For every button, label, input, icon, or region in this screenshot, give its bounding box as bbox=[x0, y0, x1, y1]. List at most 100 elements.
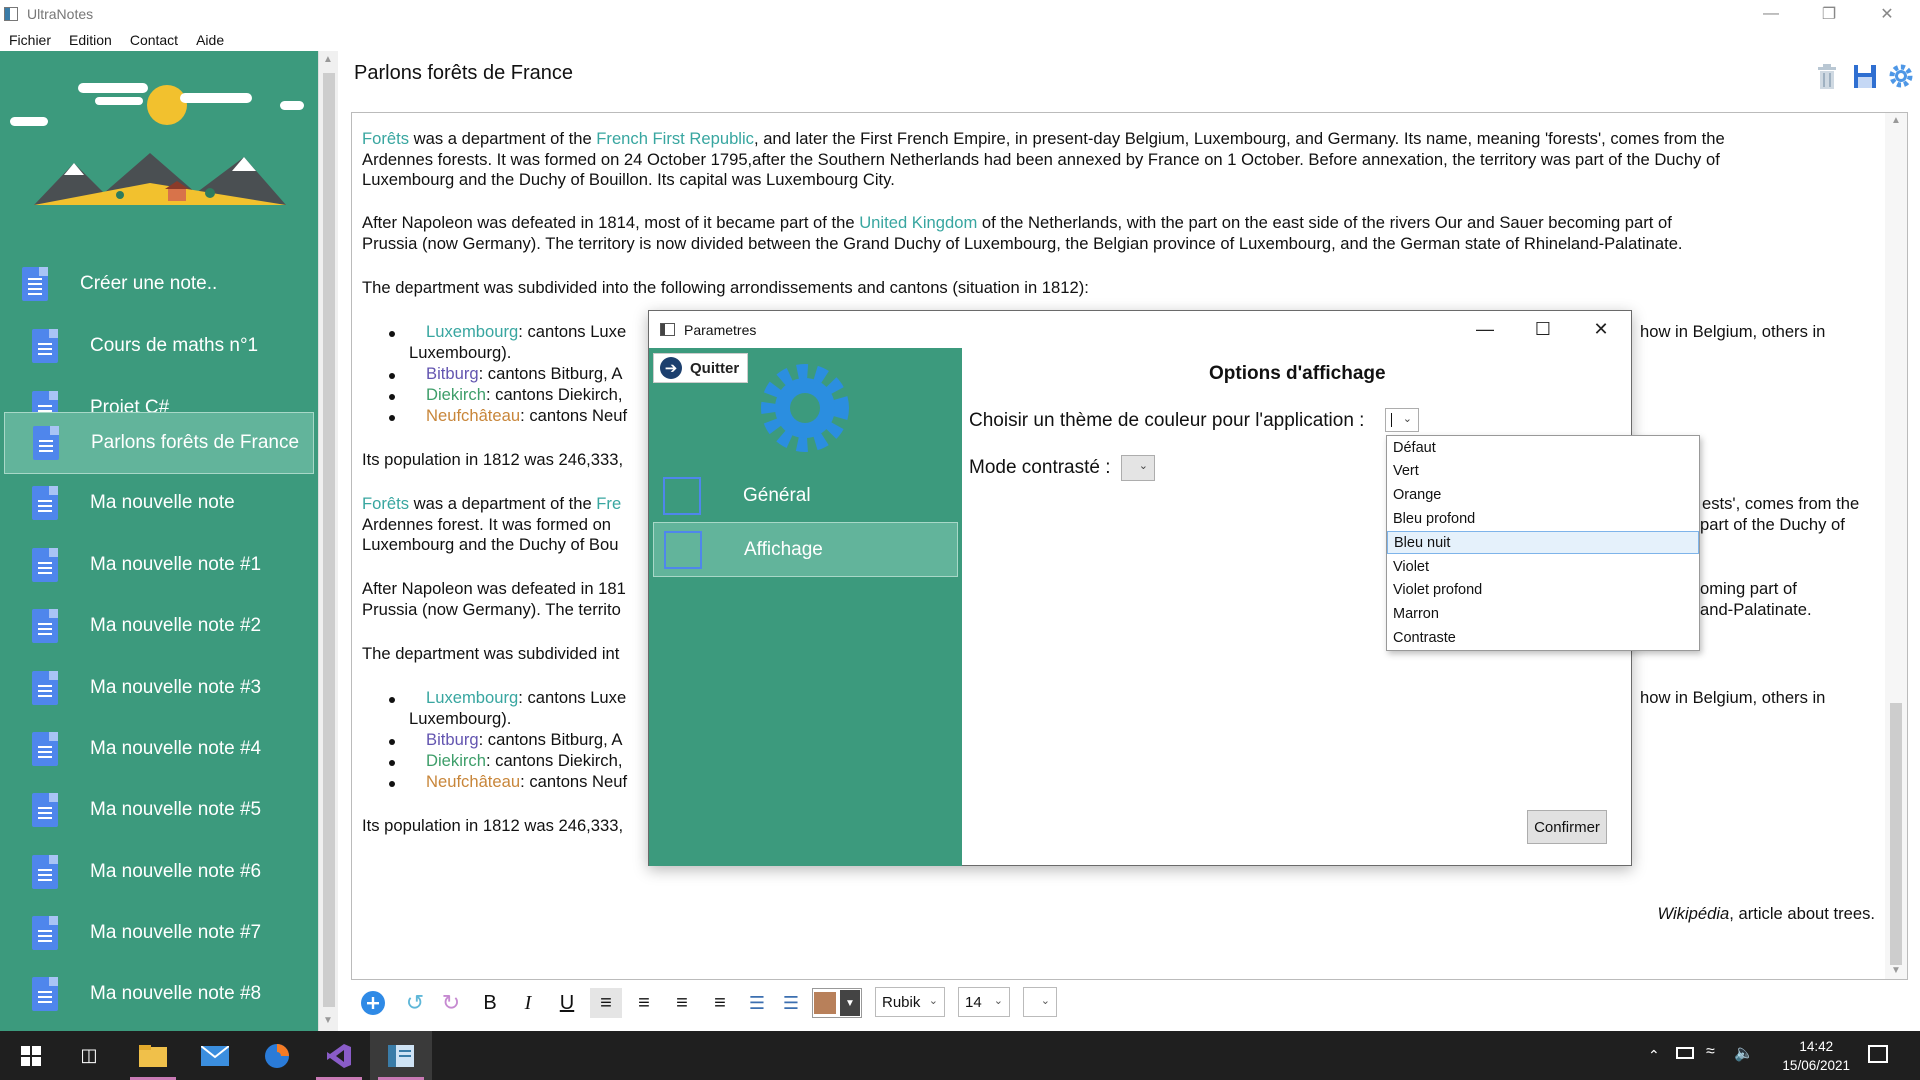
quit-button[interactable]: ➔ Quitter bbox=[653, 353, 748, 383]
link-neufchateau[interactable]: Neufchâteau bbox=[426, 772, 520, 791]
note-item-selected[interactable]: Parlons forêts de France bbox=[4, 412, 314, 474]
note-item[interactable]: Ma nouvelle note #1 bbox=[4, 536, 314, 594]
sidebar-scrollbar[interactable]: ▲ ▼ bbox=[318, 51, 338, 1031]
dialog-minimize-button[interactable]: — bbox=[1456, 311, 1514, 348]
note-item-label: Ma nouvelle note #2 bbox=[90, 615, 262, 636]
font-family-select[interactable]: Rubik ⌄ bbox=[875, 987, 945, 1017]
confirm-button[interactable]: Confirmer bbox=[1527, 810, 1607, 844]
save-icon[interactable] bbox=[1852, 62, 1878, 90]
scroll-up-icon[interactable]: ▲ bbox=[1891, 115, 1901, 126]
note-item[interactable]: Ma nouvelle note #7 bbox=[4, 904, 314, 962]
theme-option[interactable]: Orange bbox=[1387, 484, 1699, 507]
align-left-icon[interactable]: ≡ bbox=[590, 988, 622, 1018]
ultranotes-taskbar-icon[interactable] bbox=[370, 1031, 432, 1080]
bullet-icon bbox=[389, 331, 395, 337]
undo-icon[interactable]: ↺ bbox=[402, 988, 428, 1018]
link-luxembourg[interactable]: Luxembourg bbox=[426, 688, 518, 707]
link-forets[interactable]: Forêts bbox=[362, 494, 409, 513]
underline-button[interactable]: U bbox=[555, 988, 579, 1018]
trash-icon[interactable] bbox=[1814, 62, 1840, 90]
align-right-icon[interactable]: ≡ bbox=[668, 988, 696, 1018]
text-color-picker[interactable]: ▼ bbox=[812, 988, 862, 1018]
editor-scrollbar[interactable]: ▲ ▼ bbox=[1885, 113, 1907, 979]
scroll-down-icon[interactable]: ▼ bbox=[323, 1015, 333, 1026]
dialog-close-button[interactable]: ✕ bbox=[1572, 311, 1630, 348]
settings-gear-icon[interactable] bbox=[1888, 62, 1914, 90]
link-bitburg[interactable]: Bitburg bbox=[426, 364, 479, 383]
scrollbar-thumb[interactable] bbox=[323, 73, 335, 1007]
link-french-first-republic[interactable]: French First Republic bbox=[596, 129, 754, 148]
bullet-list-icon[interactable]: ☰ bbox=[744, 988, 770, 1018]
theme-option[interactable]: Vert bbox=[1387, 460, 1699, 483]
close-button[interactable]: ✕ bbox=[1858, 0, 1916, 28]
text-tail: oming part of bbox=[1700, 579, 1797, 598]
note-item[interactable]: Ma nouvelle note #3 bbox=[4, 659, 314, 717]
theme-option[interactable]: Violet profond bbox=[1387, 579, 1699, 602]
chevron-up-icon[interactable]: ⌃ bbox=[1648, 1047, 1660, 1064]
justify-icon[interactable]: ≡ bbox=[706, 988, 734, 1018]
dialog-maximize-button[interactable]: ☐ bbox=[1514, 311, 1572, 348]
font-size-select[interactable]: 14 ⌄ bbox=[958, 987, 1010, 1017]
task-view-icon[interactable]: ◫ bbox=[58, 1031, 120, 1080]
note-item[interactable]: Ma nouvelle note #4 bbox=[4, 720, 314, 778]
scroll-down-icon[interactable]: ▼ bbox=[1891, 965, 1901, 976]
nav-affichage[interactable]: Affichage bbox=[653, 522, 958, 577]
style-select[interactable]: ⌄ bbox=[1023, 987, 1057, 1017]
firefox-icon[interactable] bbox=[246, 1031, 308, 1080]
numbered-list-icon[interactable]: ☰ bbox=[778, 988, 804, 1018]
menu-fichier[interactable]: Fichier bbox=[0, 30, 60, 50]
link-diekirch[interactable]: Diekirch bbox=[426, 385, 486, 404]
visual-studio-icon[interactable] bbox=[308, 1031, 370, 1080]
note-item[interactable]: Ma nouvelle note #2 bbox=[4, 597, 314, 655]
bullet-icon bbox=[389, 415, 395, 421]
link-diekirch[interactable]: Diekirch bbox=[426, 751, 486, 770]
theme-option[interactable]: Violet bbox=[1387, 556, 1699, 579]
start-button[interactable] bbox=[0, 1031, 62, 1080]
link-bitburg[interactable]: Bitburg bbox=[426, 730, 479, 749]
redo-icon[interactable]: ↻ bbox=[438, 988, 464, 1018]
link-united-kingdom[interactable]: United Kingdom bbox=[859, 213, 977, 232]
link-french-first-republic[interactable]: Fre bbox=[596, 494, 621, 513]
link-neufchateau[interactable]: Neufchâteau bbox=[426, 406, 520, 425]
document-icon bbox=[32, 793, 58, 827]
notifications-icon[interactable] bbox=[1868, 1045, 1888, 1063]
theme-option[interactable]: Défaut bbox=[1387, 437, 1699, 460]
note-item[interactable]: Ma nouvelle note #5 bbox=[4, 781, 314, 839]
link-luxembourg[interactable]: Luxembourg bbox=[426, 322, 518, 341]
note-item[interactable]: Ma nouvelle note #6 bbox=[4, 843, 314, 901]
note-item[interactable]: Cours de maths n°1 bbox=[4, 317, 314, 375]
bold-button[interactable]: B bbox=[478, 988, 502, 1018]
align-center-icon[interactable]: ≡ bbox=[630, 988, 658, 1018]
italic-button[interactable]: I bbox=[516, 988, 540, 1018]
theme-option[interactable]: Marron bbox=[1387, 603, 1699, 626]
document-icon bbox=[32, 329, 58, 363]
volume-icon[interactable]: 🔈 bbox=[1734, 1043, 1754, 1063]
note-item[interactable]: Ma nouvelle note bbox=[4, 474, 314, 532]
taskbar-clock[interactable]: 14:42 15/06/2021 bbox=[1782, 1037, 1850, 1075]
add-button[interactable] bbox=[358, 988, 388, 1018]
link-forets[interactable]: Forêts bbox=[362, 129, 409, 148]
contrast-select[interactable]: ⌄ bbox=[1121, 455, 1155, 481]
theme-option[interactable]: Bleu profond bbox=[1387, 508, 1699, 531]
menu-aide[interactable]: Aide bbox=[187, 30, 233, 50]
file-explorer-icon[interactable] bbox=[122, 1031, 184, 1080]
theme-option[interactable]: Contraste bbox=[1387, 627, 1699, 650]
create-note-button[interactable]: Créer une note.. bbox=[4, 255, 314, 313]
menu-edition[interactable]: Edition bbox=[60, 30, 121, 50]
note-item-label: Ma nouvelle note #3 bbox=[90, 677, 262, 698]
wifi-icon[interactable]: ≈ bbox=[1706, 1043, 1715, 1061]
note-item-label: Ma nouvelle note #7 bbox=[90, 922, 262, 943]
note-item[interactable]: Ma nouvelle note #8 bbox=[4, 965, 314, 1023]
mail-icon[interactable] bbox=[184, 1031, 246, 1080]
theme-select[interactable]: ⌄ bbox=[1385, 408, 1419, 432]
theme-option-highlighted[interactable]: Bleu nuit bbox=[1387, 531, 1699, 554]
restore-button[interactable]: ❐ bbox=[1800, 0, 1858, 28]
battery-icon[interactable] bbox=[1676, 1047, 1694, 1059]
minimize-button[interactable]: — bbox=[1742, 0, 1800, 28]
nav-general[interactable]: Général bbox=[653, 468, 958, 523]
menu-contact[interactable]: Contact bbox=[121, 30, 187, 50]
scroll-up-icon[interactable]: ▲ bbox=[323, 54, 333, 65]
font-size-value: 14 bbox=[965, 993, 982, 1011]
scrollbar-thumb[interactable] bbox=[1890, 703, 1902, 965]
windows-icon bbox=[21, 1045, 41, 1066]
